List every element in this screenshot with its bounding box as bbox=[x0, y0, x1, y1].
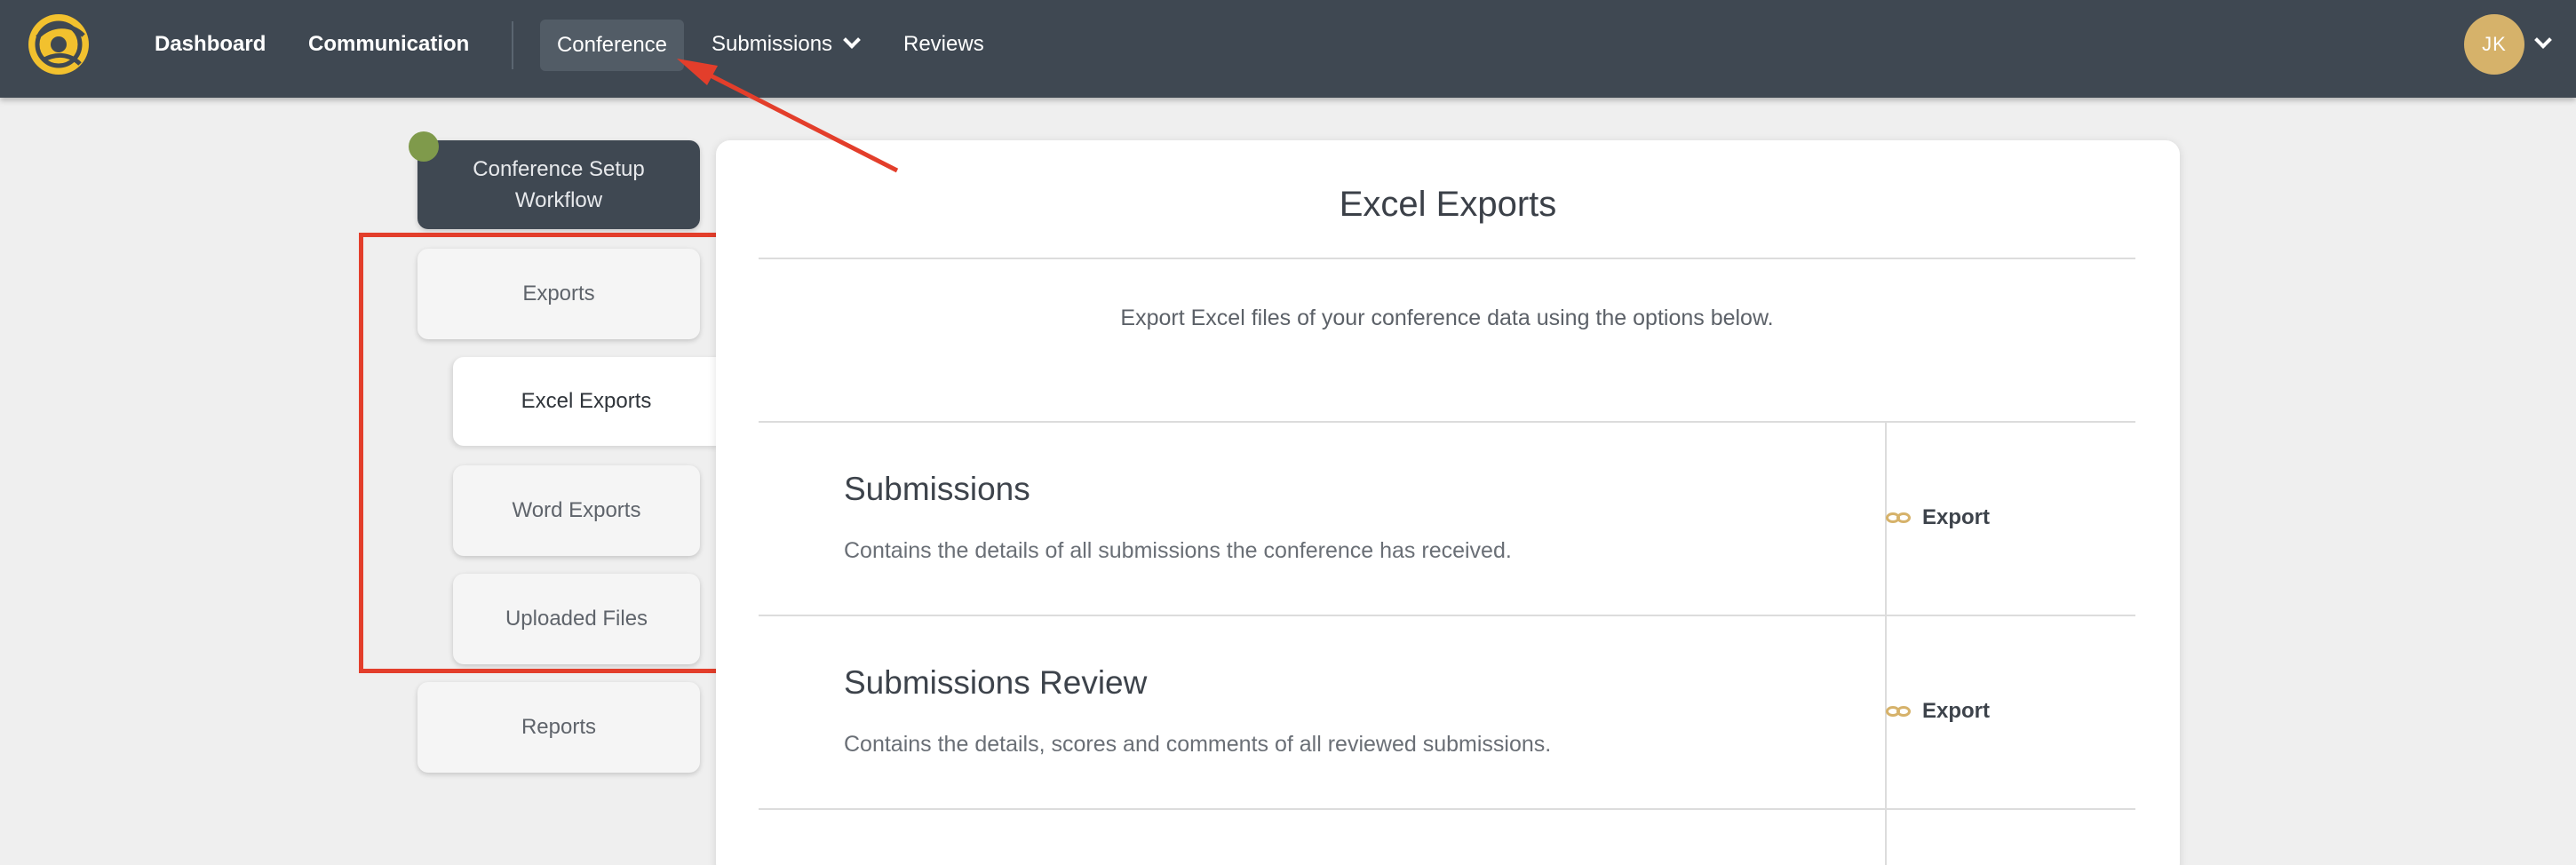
sidebar-item-reports[interactable]: Reports bbox=[417, 682, 700, 773]
top-navbar: Dashboard Communication Conference Submi… bbox=[0, 0, 2576, 98]
user-avatar[interactable]: JK bbox=[2464, 14, 2524, 75]
section-title: Submissions bbox=[844, 471, 1030, 507]
submissions-review-export-link[interactable]: Export bbox=[1885, 698, 1990, 725]
section-description: Contains the details of all submissions … bbox=[844, 538, 1512, 563]
annotation-highlight-box bbox=[359, 233, 727, 673]
nav-divider bbox=[512, 21, 513, 69]
action-column-divider bbox=[1885, 423, 1887, 865]
nav-submissions[interactable]: Submissions bbox=[712, 0, 832, 89]
export-label: Export bbox=[1922, 505, 1991, 529]
nav-conference[interactable]: Conference bbox=[540, 20, 684, 71]
nav-dashboard[interactable]: Dashboard bbox=[155, 0, 266, 89]
link-icon bbox=[1886, 512, 1911, 523]
section-description: Contains the details, scores and comment… bbox=[844, 732, 1552, 757]
workflow-label-line2: Workflow bbox=[514, 188, 603, 212]
user-menu-chevron-down-icon[interactable] bbox=[2534, 31, 2552, 49]
workflow-status-dot bbox=[409, 131, 439, 162]
link-icon bbox=[1886, 706, 1911, 717]
export-label: Export bbox=[1922, 699, 1991, 723]
nav-reviews[interactable]: Reviews bbox=[903, 0, 984, 89]
sidebar-item-label: Reports bbox=[521, 715, 597, 739]
section-divider bbox=[759, 615, 2135, 616]
submissions-export-link[interactable]: Export bbox=[1885, 504, 1990, 531]
title-divider bbox=[759, 258, 2135, 259]
workflow-label-line1: Conference Setup bbox=[473, 157, 645, 181]
section-divider bbox=[759, 421, 2135, 423]
nav-communication[interactable]: Communication bbox=[308, 0, 469, 89]
section-title: Submissions Review bbox=[844, 664, 1148, 701]
page-intro: Export Excel files of your conference da… bbox=[1120, 306, 1774, 330]
app-logo-icon[interactable] bbox=[25, 11, 92, 78]
page-title: Excel Exports bbox=[1339, 185, 1557, 224]
section-divider bbox=[759, 808, 2135, 810]
submissions-chevron-down-icon[interactable] bbox=[843, 31, 861, 49]
conference-setup-workflow-button[interactable]: Conference Setup Workflow bbox=[417, 140, 700, 229]
